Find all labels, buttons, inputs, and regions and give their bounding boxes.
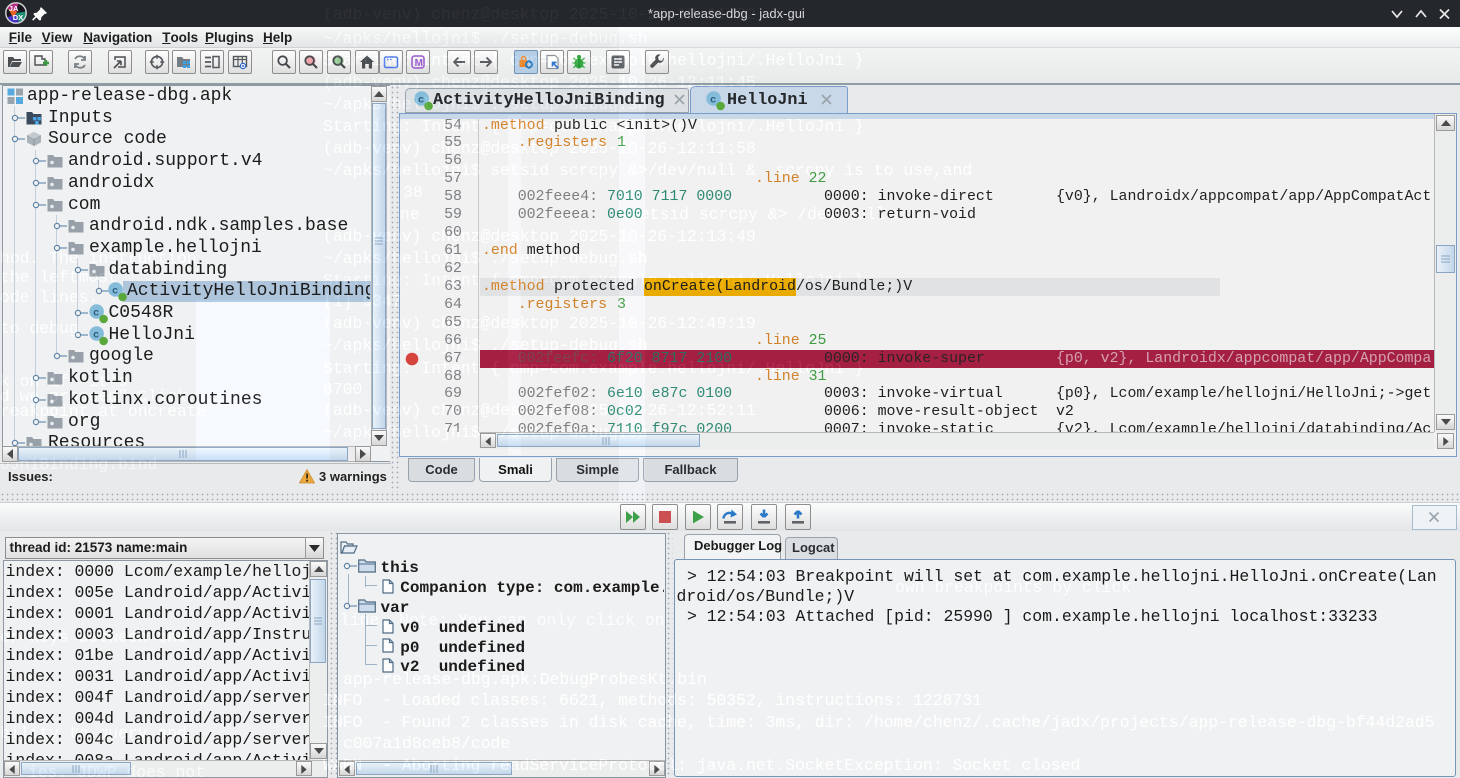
svg-text:DX: DX	[13, 13, 23, 22]
svg-text:c: c	[93, 329, 99, 341]
svg-text:c: c	[710, 94, 716, 106]
svg-text:JA: JA	[9, 4, 19, 13]
svg-text:c: c	[112, 286, 118, 298]
svg-text:c: c	[93, 308, 99, 320]
